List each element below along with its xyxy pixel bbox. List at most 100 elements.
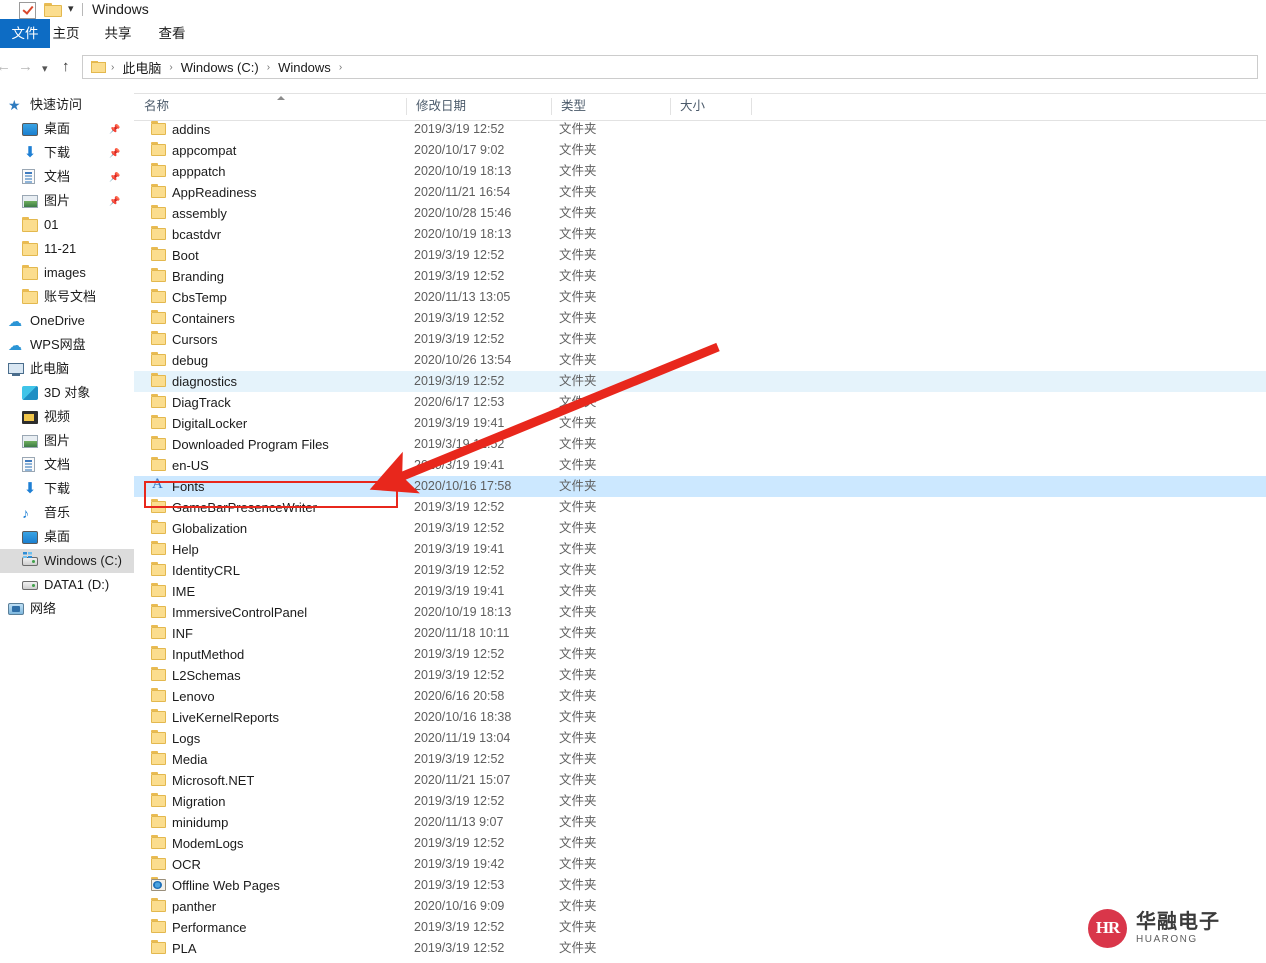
table-row[interactable]: Offline Web Pages 2019/3/19 12:53 文件夹	[134, 875, 1266, 896]
sidebar-item-data1-d[interactable]: DATA1 (D:)	[0, 573, 134, 597]
table-row[interactable]: ImmersiveControlPanel 2020/10/19 18:13 文件夹	[134, 602, 1266, 623]
column-divider[interactable]	[551, 98, 552, 115]
navigation-bar: ← → ▾ ↑ › 此电脑 › Windows (C:) › Windows ›	[0, 48, 1266, 86]
pin-icon[interactable]: 📌	[109, 124, 120, 135]
arrow-right-icon[interactable]: →	[18, 58, 33, 76]
table-row[interactable]: debug 2020/10/26 13:54 文件夹	[134, 350, 1266, 371]
table-row[interactable]: IdentityCRL 2019/3/19 12:52 文件夹	[134, 560, 1266, 581]
arrow-up-icon[interactable]: ↑	[62, 58, 70, 76]
breadcrumb-item-windows-c[interactable]: Windows (C:)	[178, 60, 262, 75]
sidebar-item-onedrive[interactable]: ☁ OneDrive	[0, 309, 134, 333]
huarong-logo-icon	[1088, 908, 1127, 948]
pin-icon[interactable]: 📌	[109, 172, 120, 183]
sidebar-item-下载[interactable]: ⬇ 下载 📌	[0, 141, 134, 165]
chevron-down-icon[interactable]: ▾	[42, 60, 48, 78]
table-row[interactable]: addins 2019/3/19 12:52 文件夹	[134, 119, 1266, 140]
table-row[interactable]: Migration 2019/3/19 12:52 文件夹	[134, 791, 1266, 812]
table-row[interactable]: L2Schemas 2019/3/19 12:52 文件夹	[134, 665, 1266, 686]
computer-icon	[8, 363, 24, 376]
sidebar-item-图片[interactable]: 图片	[0, 429, 134, 453]
table-row[interactable]: Media 2019/3/19 12:52 文件夹	[134, 749, 1266, 770]
table-row[interactable]: Microsoft.NET 2020/11/21 15:07 文件夹	[134, 770, 1266, 791]
table-row[interactable]: Containers 2019/3/19 12:52 文件夹	[134, 308, 1266, 329]
table-row[interactable]: Help 2019/3/19 19:41 文件夹	[134, 539, 1266, 560]
file-rows-container[interactable]: addins 2019/3/19 12:52 文件夹 appcompat 2020/10…	[134, 119, 1266, 963]
address-bar[interactable]: › 此电脑 › Windows (C:) › Windows ›	[82, 55, 1258, 79]
sidebar-item-下载[interactable]: ⬇ 下载	[0, 477, 134, 501]
sidebar-item-label: 下载	[44, 481, 71, 496]
table-row[interactable]: diagnostics 2019/3/19 12:52 文件夹	[134, 371, 1266, 392]
sidebar-item-网络[interactable]: 网络	[0, 597, 134, 621]
column-header-date-modified[interactable]: 修改日期	[406, 94, 551, 119]
file-date-cell: 2019/3/19 12:52	[414, 563, 505, 577]
pin-icon[interactable]: 📌	[109, 196, 120, 207]
table-row[interactable]: DiagTrack 2020/6/17 12:53 文件夹	[134, 392, 1266, 413]
table-row[interactable]: OCR 2019/3/19 19:42 文件夹	[134, 854, 1266, 875]
table-row[interactable]: CbsTemp 2020/11/13 13:05 文件夹	[134, 287, 1266, 308]
sidebar-item-此电脑[interactable]: 此电脑	[0, 357, 134, 381]
cloud-icon: ☁	[8, 337, 22, 353]
table-row[interactable]: Cursors 2019/3/19 12:52 文件夹	[134, 329, 1266, 350]
sidebar-item-01[interactable]: 01	[0, 213, 134, 237]
breadcrumb-item-this-pc[interactable]: 此电脑	[119, 58, 164, 77]
sidebar-item-windows-c[interactable]: Windows (C:)	[0, 549, 134, 573]
sidebar-item-快速访问[interactable]: ★ 快速访问	[0, 93, 134, 117]
column-divider[interactable]	[670, 98, 671, 115]
column-divider[interactable]	[406, 98, 407, 115]
sidebar-item-wps网盘[interactable]: ☁ WPS网盘	[0, 333, 134, 357]
table-row[interactable]: ModemLogs 2019/3/19 12:52 文件夹	[134, 833, 1266, 854]
file-name-cell: Help	[172, 542, 199, 557]
table-row[interactable]: AppReadiness 2020/11/21 16:54 文件夹	[134, 182, 1266, 203]
column-divider[interactable]	[751, 98, 752, 115]
folder-icon	[151, 289, 166, 303]
sidebar-item-3d-对象[interactable]: 3D 对象	[0, 381, 134, 405]
sidebar-item-图片[interactable]: 图片 📌	[0, 189, 134, 213]
column-header-type[interactable]: 类型	[551, 94, 670, 119]
file-name-cell: LiveKernelReports	[172, 710, 279, 725]
sidebar-item-视频[interactable]: 视频	[0, 405, 134, 429]
table-row[interactable]: Branding 2019/3/19 12:52 文件夹	[134, 266, 1266, 287]
navigation-pane[interactable]: ★ 快速访问 桌面 📌 ⬇ 下载 📌 文档 📌 图片 📌 01 11-21 images 账号文档 ☁ OneD…	[0, 93, 134, 963]
table-row[interactable]: Globalization 2019/3/19 12:52 文件夹	[134, 518, 1266, 539]
table-row[interactable]: en-US 2019/3/19 19:41 文件夹	[134, 455, 1266, 476]
pin-icon[interactable]: 📌	[109, 148, 120, 159]
table-row[interactable]: IME 2019/3/19 19:41 文件夹	[134, 581, 1266, 602]
table-row[interactable]: minidump 2020/11/13 9:07 文件夹	[134, 812, 1266, 833]
table-row[interactable]: Lenovo 2020/6/16 20:58 文件夹	[134, 686, 1266, 707]
table-row[interactable]: InputMethod 2019/3/19 12:52 文件夹	[134, 644, 1266, 665]
sidebar-item-账号文档[interactable]: 账号文档	[0, 285, 134, 309]
folder-icon[interactable]	[44, 3, 62, 17]
sidebar-item-音乐[interactable]: ♪ 音乐	[0, 501, 134, 525]
checkbox-checked-icon[interactable]	[19, 2, 36, 19]
breadcrumb-item-windows[interactable]: Windows	[275, 60, 334, 75]
table-row[interactable]: Logs 2020/11/19 13:04 文件夹	[134, 728, 1266, 749]
tab-home[interactable]: 主页	[40, 19, 92, 48]
file-name-cell: Microsoft.NET	[172, 773, 255, 788]
table-row[interactable]: LiveKernelReports 2020/10/16 18:38 文件夹	[134, 707, 1266, 728]
sidebar-item-label: 桌面	[44, 121, 71, 136]
tab-view[interactable]: 查看	[146, 19, 198, 48]
sidebar-item-文档[interactable]: 文档	[0, 453, 134, 477]
file-date-cell: 2020/11/13 13:05	[414, 290, 511, 304]
chevron-down-icon[interactable]: ▾	[68, 4, 74, 15]
folder-icon	[151, 940, 166, 954]
table-row[interactable]: Boot 2019/3/19 12:52 文件夹	[134, 245, 1266, 266]
column-header-size[interactable]: 大小	[670, 94, 751, 119]
sidebar-item-11-21[interactable]: 11-21	[0, 237, 134, 261]
column-header-name[interactable]: 名称	[134, 94, 406, 119]
table-row[interactable]: apppatch 2020/10/19 18:13 文件夹	[134, 161, 1266, 182]
tab-share[interactable]: 共享	[92, 19, 144, 48]
table-row[interactable]: bcastdvr 2020/10/19 18:13 文件夹	[134, 224, 1266, 245]
sidebar-item-images[interactable]: images	[0, 261, 134, 285]
sidebar-item-文档[interactable]: 文档 📌	[0, 165, 134, 189]
table-row[interactable]: Downloaded Program Files 2019/3/19 12:52 文…	[134, 434, 1266, 455]
arrow-left-icon[interactable]: ←	[0, 58, 11, 76]
sidebar-item-桌面[interactable]: 桌面 📌	[0, 117, 134, 141]
sidebar-item-桌面[interactable]: 桌面	[0, 525, 134, 549]
table-row[interactable]: GameBarPresenceWriter 2019/3/19 12:52 文件夹	[134, 497, 1266, 518]
table-row[interactable]: appcompat 2020/10/17 9:02 文件夹	[134, 140, 1266, 161]
table-row[interactable]: Fonts 2020/10/16 17:58 文件夹	[134, 476, 1266, 497]
table-row[interactable]: INF 2020/11/18 10:11 文件夹	[134, 623, 1266, 644]
table-row[interactable]: assembly 2020/10/28 15:46 文件夹	[134, 203, 1266, 224]
table-row[interactable]: DigitalLocker 2019/3/19 19:41 文件夹	[134, 413, 1266, 434]
